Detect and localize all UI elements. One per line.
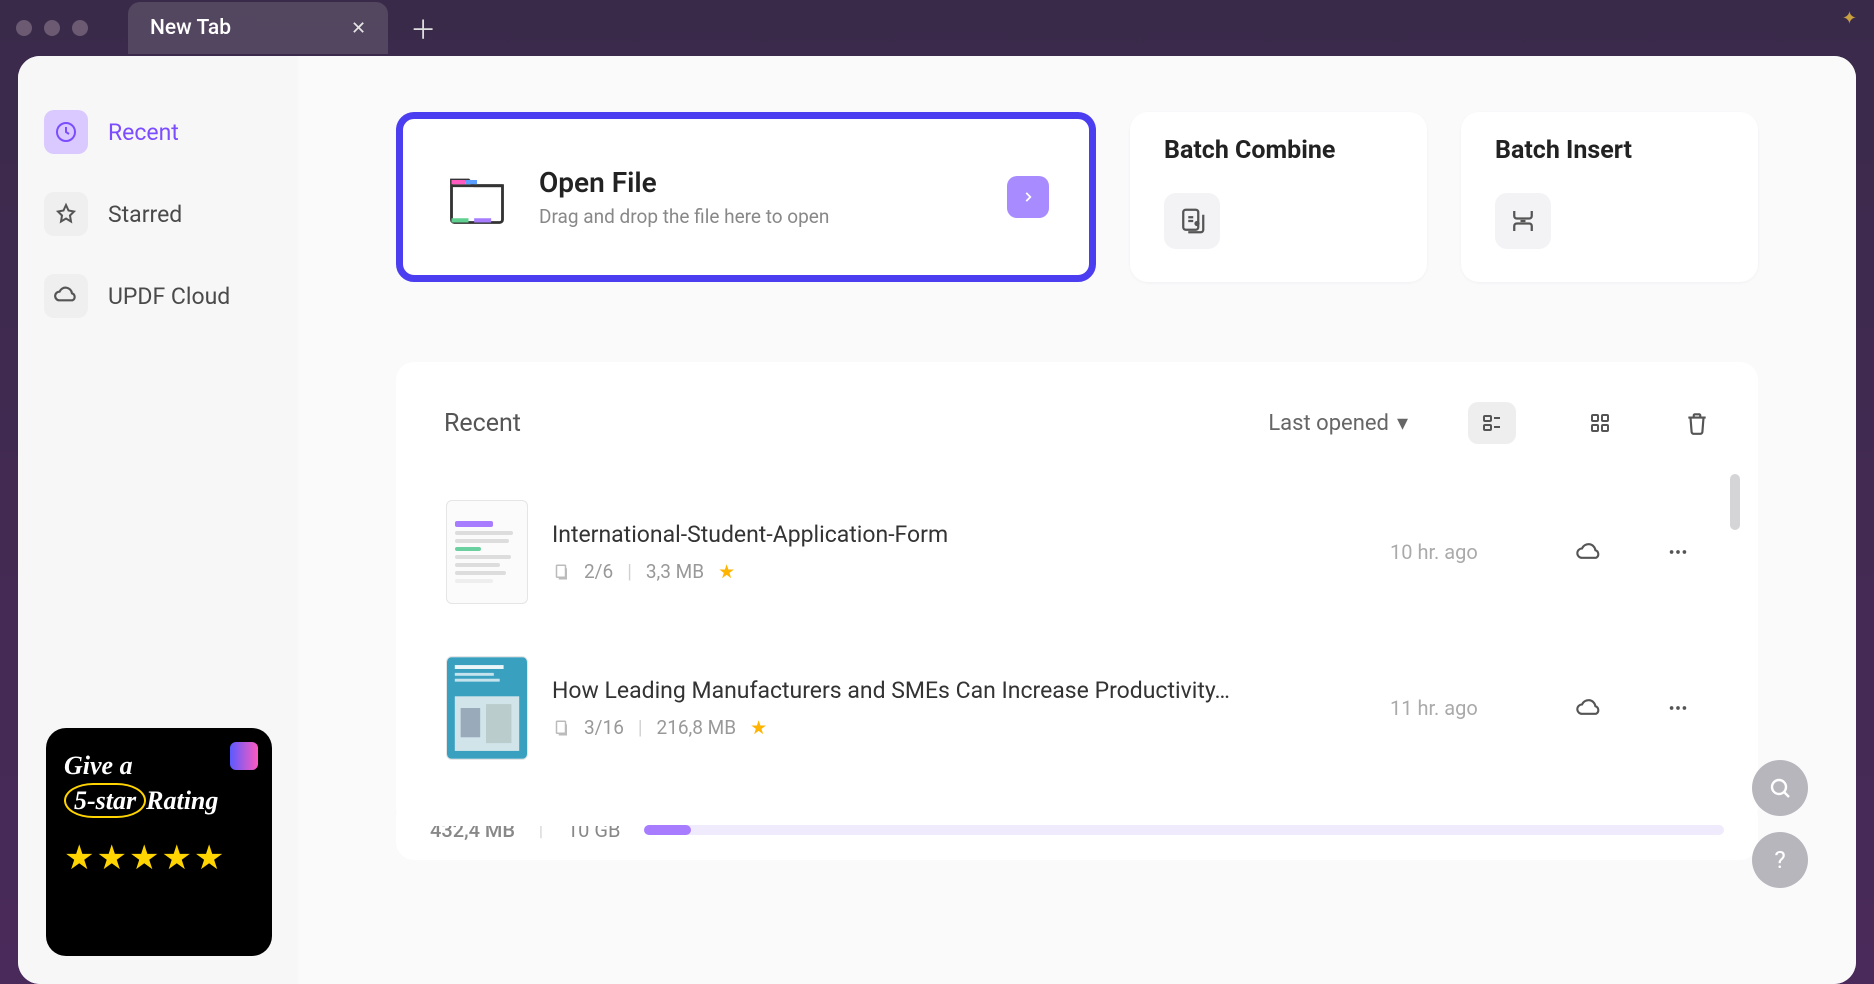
main-content: Open File Drag and drop the file here to… (298, 56, 1856, 984)
close-light[interactable] (16, 20, 32, 36)
rating-line1: Give a (64, 750, 254, 781)
tab-bar: New Tab ✕ ＋ (128, 2, 1858, 54)
folder-icon (443, 163, 511, 231)
storage-progress-fill (644, 825, 690, 835)
file-row[interactable]: International-Student-Application-Form 2… (426, 474, 1728, 630)
app-icon (230, 742, 258, 770)
combine-icon (1164, 193, 1220, 249)
batch-insert-card[interactable]: Batch Insert (1461, 112, 1758, 282)
close-icon[interactable]: ✕ (351, 18, 366, 39)
open-file-title: Open File (539, 166, 829, 199)
star-icon: ★ (750, 716, 767, 739)
list-view-button[interactable] (1468, 402, 1516, 444)
sidebar-item-label: Recent (108, 119, 179, 146)
file-thumbnail (446, 500, 528, 604)
open-file-card[interactable]: Open File Drag and drop the file here to… (396, 112, 1096, 282)
grid-view-button[interactable] (1576, 402, 1624, 444)
file-size: 216,8 MB (657, 716, 737, 739)
action-title: Batch Combine (1164, 136, 1393, 165)
sidebar-item-recent[interactable]: Recent (44, 110, 272, 154)
file-row[interactable]: How Leading Manufacturers and SMEs Can I… (426, 630, 1728, 786)
sidebar-item-label: Starred (108, 201, 182, 228)
cloud-icon (44, 274, 88, 318)
batch-combine-card[interactable]: Batch Combine (1130, 112, 1427, 282)
app-window: Recent Starred UPDF Cloud (18, 56, 1856, 984)
maximize-light[interactable] (72, 20, 88, 36)
scrollbar-thumb[interactable] (1730, 474, 1740, 530)
rating-stars[interactable]: ★★★★★ (64, 838, 254, 878)
more-button[interactable] (1648, 697, 1708, 719)
rating-five: 5-star (64, 783, 146, 818)
rating-rest: Rating (146, 786, 218, 815)
file-name: How Leading Manufacturers and SMEs Can I… (552, 677, 1366, 704)
cloud-status[interactable] (1554, 538, 1624, 566)
pages-icon (552, 719, 570, 737)
more-button[interactable] (1648, 541, 1708, 563)
file-ago: 10 hr. ago (1390, 540, 1530, 564)
star-icon (44, 192, 88, 236)
action-title: Batch Insert (1495, 136, 1724, 165)
file-pages: 3/16 (584, 716, 624, 739)
help-button[interactable]: ? (1752, 832, 1808, 888)
rating-line2: 5-starRating (64, 783, 218, 818)
sidebar-item-cloud[interactable]: UPDF Cloud (44, 274, 272, 318)
file-size: 3,3 MB (646, 560, 704, 583)
star-icon: ★ (718, 560, 735, 583)
open-file-subtitle: Drag and drop the file here to open (539, 205, 829, 228)
chevron-down-icon: ▾ (1397, 411, 1408, 436)
insert-icon (1495, 193, 1551, 249)
search-button[interactable] (1752, 760, 1808, 816)
sidebar-item-starred[interactable]: Starred (44, 192, 272, 236)
recent-panel: Recent Last opened ▾ (396, 362, 1758, 826)
title-bar: New Tab ✕ ＋ ✦ (0, 0, 1874, 56)
clock-icon (44, 110, 88, 154)
sort-label: Last opened (1268, 411, 1389, 436)
pages-icon (552, 563, 570, 581)
add-tab-button[interactable]: ＋ (396, 4, 450, 53)
tab-title: New Tab (150, 16, 231, 40)
traffic-lights (16, 20, 88, 36)
tab-new[interactable]: New Tab ✕ (128, 2, 388, 54)
rating-popover[interactable]: Give a 5-starRating ★★★★★ (46, 728, 272, 956)
file-thumbnail (446, 656, 528, 760)
file-name: International-Student-Application-Form (552, 521, 1366, 548)
sidebar-item-label: UPDF Cloud (108, 283, 230, 310)
sort-dropdown[interactable]: Last opened ▾ (1268, 411, 1408, 436)
open-file-next-button[interactable] (1007, 176, 1049, 218)
recent-heading: Recent (444, 409, 1248, 438)
minimize-light[interactable] (44, 20, 60, 36)
cloud-status[interactable] (1554, 694, 1624, 722)
file-pages: 2/6 (584, 560, 613, 583)
storage-progress (644, 825, 1724, 835)
trash-button[interactable] (1684, 410, 1710, 436)
brand-emblem: ✦ (1842, 8, 1858, 29)
open-file-text: Open File Drag and drop the file here to… (539, 166, 829, 228)
file-ago: 11 hr. ago (1390, 696, 1530, 720)
